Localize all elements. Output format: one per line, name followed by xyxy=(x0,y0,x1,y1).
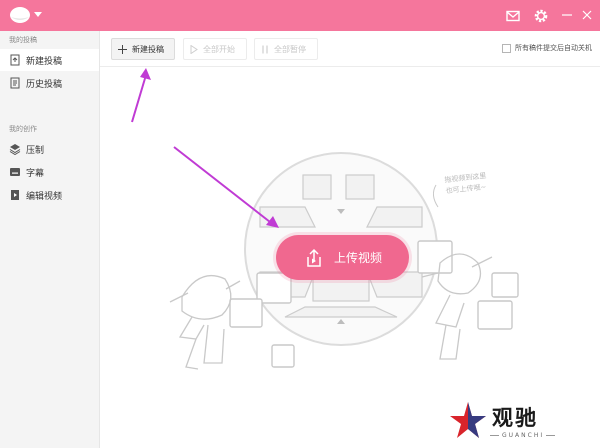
sidebar: 我的投稿 新建投稿 历史投稿 我的创作 压制 字幕 编辑视频 xyxy=(0,31,100,448)
minimize-icon[interactable] xyxy=(560,8,574,22)
auto-shutdown-option[interactable]: 所有稿件提交后自动关机 xyxy=(502,43,592,53)
history-doc-icon xyxy=(9,77,21,89)
sidebar-item-label: 压制 xyxy=(26,145,45,156)
plus-icon xyxy=(118,44,127,54)
sidebar-section-title: 我的投稿 xyxy=(9,36,37,44)
sidebar-item-new-submission[interactable]: 新建投稿 xyxy=(0,49,99,71)
watermark-subtext: GUANCHI xyxy=(502,432,545,439)
edit-video-icon xyxy=(9,189,21,201)
title-bar xyxy=(0,0,600,31)
chevron-down-icon[interactable] xyxy=(34,12,42,18)
auto-shutdown-label: 所有稿件提交后自动关机 xyxy=(515,44,592,52)
sidebar-item-label: 历史投稿 xyxy=(26,79,63,90)
start-all-button[interactable]: 全部开始 xyxy=(183,38,247,60)
start-all-label: 全部开始 xyxy=(203,44,235,54)
pause-all-label: 全部暂停 xyxy=(274,44,306,54)
pause-all-button[interactable]: 全部暂停 xyxy=(254,38,318,60)
watermark-rule xyxy=(546,435,555,436)
close-icon[interactable] xyxy=(580,8,594,22)
upload-video-label: 上传视频 xyxy=(333,251,382,265)
watermark-text: 观驰 xyxy=(492,406,538,430)
layers-icon xyxy=(9,143,21,155)
sidebar-item-compress[interactable]: 压制 xyxy=(0,138,99,160)
upload-video-button[interactable]: 上传视频 xyxy=(276,235,409,280)
sidebar-item-history[interactable]: 历史投稿 xyxy=(0,72,99,94)
play-icon xyxy=(190,44,198,54)
upload-doc-icon xyxy=(9,54,21,66)
drag-hint-text: 拖视频到这里 也可上传哦~ xyxy=(444,171,487,196)
upload-icon xyxy=(303,247,325,269)
watermark-rule xyxy=(490,435,499,436)
sidebar-item-label: 字幕 xyxy=(26,168,45,179)
pause-icon xyxy=(261,45,269,54)
app-logo-icon[interactable] xyxy=(9,6,31,24)
new-submission-button[interactable]: 新建投稿 xyxy=(111,38,175,60)
new-submission-label: 新建投稿 xyxy=(132,44,164,54)
toolbar: 新建投稿 全部开始 全部暂停 所有稿件提交后自动关机 xyxy=(100,31,600,67)
sidebar-item-subtitle[interactable]: 字幕 xyxy=(0,161,99,183)
mail-icon[interactable] xyxy=(505,8,521,24)
sidebar-item-label: 新建投稿 xyxy=(26,56,63,67)
auto-shutdown-checkbox[interactable] xyxy=(502,43,511,53)
sidebar-section-title: 我的创作 xyxy=(9,125,37,133)
sidebar-item-label: 编辑视频 xyxy=(26,191,63,202)
subtitle-icon xyxy=(9,166,21,178)
sidebar-item-edit-video[interactable]: 编辑视频 xyxy=(0,184,99,206)
upload-drop-area[interactable]: 上传视频 拖视频到这里 也可上传哦~ xyxy=(100,67,600,448)
gear-icon[interactable] xyxy=(533,8,549,24)
